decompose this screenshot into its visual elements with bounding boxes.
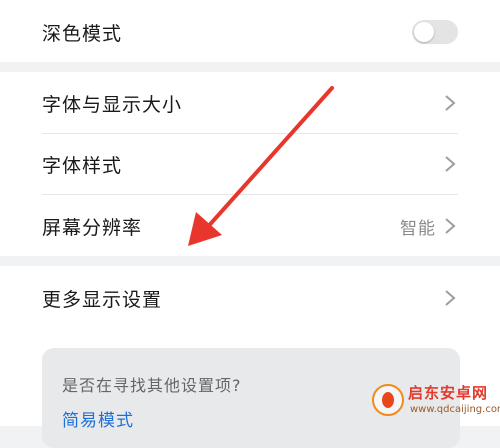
display-settings-card: 字体与显示大小 字体样式 屏幕分辨率 智能 [0,72,500,256]
watermark-name: 启东安卓网 [408,384,489,402]
watermark-emblem-icon [372,384,404,416]
watermark-url: www.qdcaijing.com [410,404,500,415]
chevron-right-icon [442,154,458,174]
screen-resolution-row[interactable]: 屏幕分辨率 智能 [0,196,500,256]
font-display-size-row[interactable]: 字体与显示大小 [0,73,500,133]
simple-mode-link[interactable]: 简易模式 [62,406,134,431]
suggestion-question: 是否在寻找其他设置项? [62,376,242,395]
dark-mode-label: 深色模式 [42,22,123,45]
font-display-size-label: 字体与显示大小 [42,93,183,116]
chevron-right-icon [442,288,458,308]
divider [42,194,458,195]
more-display-settings-row[interactable]: 更多显示设置 [0,268,500,328]
dark-mode-card: 深色模式 [0,0,500,62]
watermark-logo: 启东安卓网 www.qdcaijing.com [370,380,500,424]
chevron-right-icon [442,93,458,113]
more-display-settings-label: 更多显示设置 [42,288,163,311]
dark-mode-toggle[interactable] [412,20,458,44]
dark-mode-row[interactable]: 深色模式 [0,2,500,62]
font-style-row[interactable]: 字体样式 [0,134,500,194]
chevron-right-icon [442,216,458,236]
toggle-knob [414,22,434,42]
screen-resolution-label: 屏幕分辨率 [42,216,143,239]
screen-resolution-value: 智能 [400,218,436,239]
font-style-label: 字体样式 [42,154,123,177]
